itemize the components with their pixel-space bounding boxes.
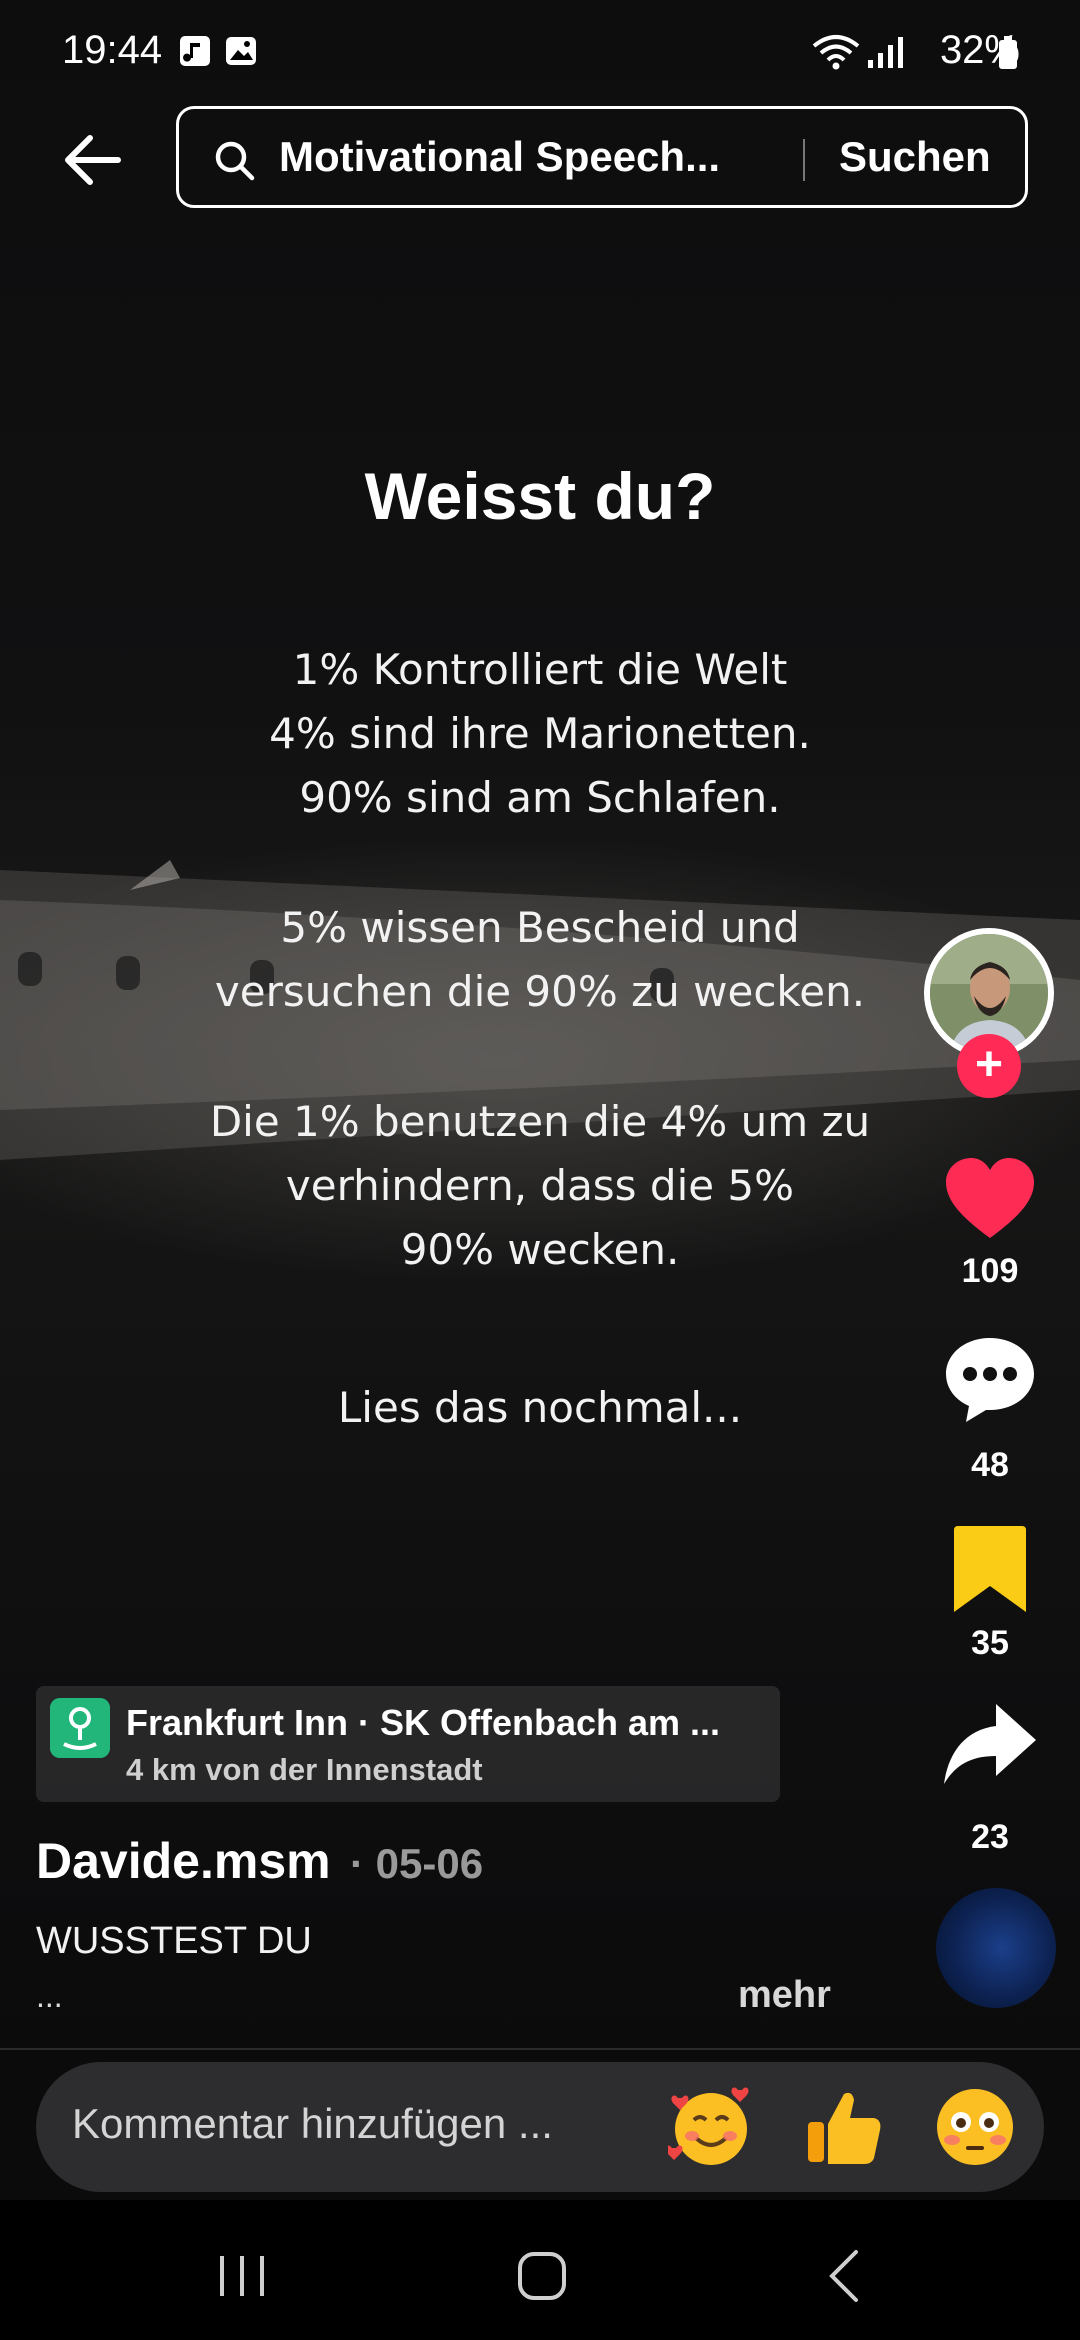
divider [0,2048,1080,2050]
heart-icon[interactable] [940,1150,1040,1250]
recent-apps-icon[interactable] [202,2236,282,2316]
video-text-line: 1% Kontrolliert die Welt [292,645,788,694]
thumbs-up-icon[interactable] [800,2084,886,2170]
video-text-line: Lies das nochmal... [337,1383,743,1432]
comment-icon[interactable] [940,1330,1040,1430]
back-nav-icon[interactable] [806,2236,886,2316]
status-bar: 19:44 32% [0,0,1080,104]
save-count: 35 [971,1624,1009,1662]
post-date: · 05-06 [350,1840,484,1887]
video-text-line: 90% wecken. [400,1225,680,1274]
search-query[interactable]: Motivational Speech... [279,133,789,181]
caption-ellipsis: ... [36,1978,63,2014]
bookmark-icon[interactable] [940,1520,1040,1620]
like-count: 109 [961,1252,1019,1290]
video-text-line: 5% wissen Bescheid und [280,903,800,952]
signal-icon [868,37,903,68]
share-count: 23 [971,1818,1009,1856]
comment-placeholder: Kommentar hinzufügen ... [72,2100,553,2147]
follow-plus-button[interactable]: + [957,1034,1021,1098]
location-card[interactable]: Frankfurt Inn · SK Offenbach am ... 4 km… [36,1686,780,1802]
search-icon [215,141,255,181]
video-text-line: verhindern, dass die 5% [285,1161,795,1210]
back-arrow-icon[interactable] [56,124,128,196]
video-text-line: 90% sind am Schlafen. [299,773,781,822]
comment-count: 48 [971,1446,1009,1484]
comment-input[interactable]: Kommentar hinzufügen ... [36,2062,1044,2192]
search-button[interactable]: Suchen [839,133,991,181]
video-text-line: 4% sind ihre Marionetten. [269,709,811,758]
battery-icon [999,36,1017,69]
gallery-notification-icon [226,37,256,65]
flushed-face-icon[interactable] [932,2084,1018,2170]
home-icon[interactable] [502,2236,582,2316]
search-divider [803,139,805,181]
location-distance: 4 km von der Innenstadt [126,1752,483,1787]
smiling-face-with-hearts-icon[interactable] [668,2084,754,2170]
video-text-line: versuchen die 90% zu wecken. [214,967,866,1016]
post-caption: WUSSTEST DU [36,1920,312,1962]
location-name: Frankfurt Inn · SK Offenbach am ... [126,1702,721,1743]
video-text-line: Die 1% benutzen die 4% um zu [209,1097,871,1146]
more-button[interactable]: mehr [738,1974,831,2017]
search-box[interactable]: Motivational Speech... Suchen [176,106,1028,208]
video-headline: Weisst du? [364,459,716,533]
system-nav-bar [0,2200,1080,2340]
status-time: 19:44 [62,28,163,72]
music-notification-icon [180,36,210,66]
author-name[interactable]: Davide.msm [36,1832,331,1890]
music-disc-icon[interactable] [936,1888,1056,2008]
location-pin-icon [50,1698,110,1758]
share-icon[interactable] [940,1694,1040,1794]
wifi-icon [812,35,860,70]
